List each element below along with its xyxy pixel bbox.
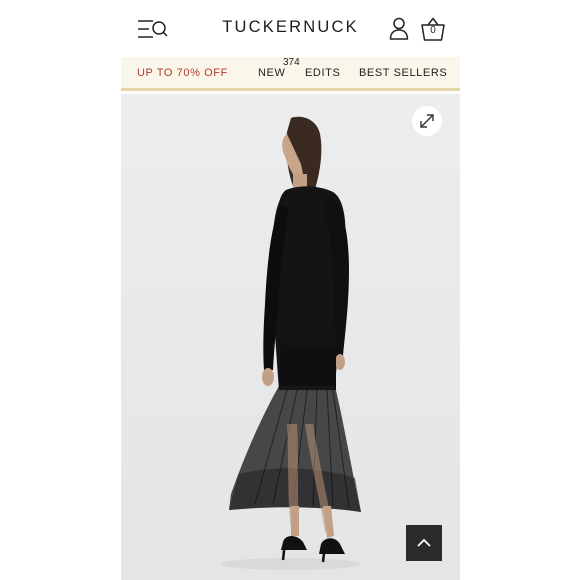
cart-count-badge: 0 [430, 25, 436, 36]
chevron-up-icon [417, 538, 431, 547]
nav-best-sellers-link[interactable]: BEST SELLERS [359, 67, 447, 79]
app-frame: TUCKERNUCK 0 UP TO 70% OFF 374 NEW EDITS… [121, 0, 460, 580]
nav-edits-link[interactable]: EDITS [305, 67, 340, 79]
promo-nav-bar: UP TO 70% OFF 374 NEW EDITS BEST SELLERS [121, 57, 460, 91]
nav-new-link[interactable]: NEW [258, 67, 285, 79]
model-figure [221, 116, 361, 570]
nav-sale-link[interactable]: UP TO 70% OFF [137, 67, 228, 79]
expand-image-button[interactable] [412, 106, 442, 136]
site-header: TUCKERNUCK 0 [121, 0, 460, 57]
scroll-to-top-button[interactable] [406, 525, 442, 561]
expand-arrows-icon [420, 114, 434, 128]
account-button[interactable] [387, 16, 411, 40]
new-count-badge: 374 [283, 57, 300, 68]
product-image[interactable] [121, 94, 460, 580]
cart-button[interactable]: 0 [420, 16, 446, 42]
user-icon [389, 17, 409, 40]
